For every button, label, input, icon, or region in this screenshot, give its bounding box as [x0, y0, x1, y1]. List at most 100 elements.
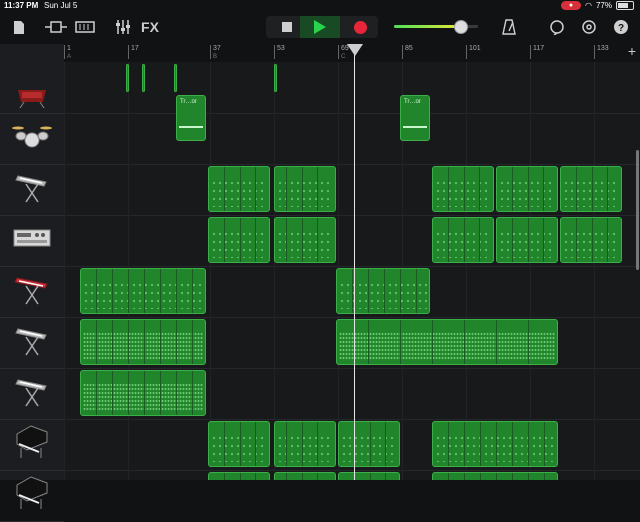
bar-gridline	[64, 62, 65, 480]
drum-kit-icon	[12, 122, 52, 155]
fx-button[interactable]: FX	[138, 16, 162, 38]
midi-region[interactable]	[432, 166, 494, 212]
record-icon	[353, 20, 367, 34]
track-header-synth-module[interactable]	[0, 215, 64, 267]
grand-piano-icon	[13, 475, 51, 516]
add-section-button[interactable]: +	[628, 43, 636, 59]
svg-text:?: ?	[618, 23, 624, 34]
drum-hit-region[interactable]	[274, 64, 277, 92]
track-lane-drum-kit-red[interactable]	[64, 62, 640, 114]
playhead-handle[interactable]	[347, 44, 363, 56]
mixer-icon[interactable]	[112, 16, 134, 38]
midi-region[interactable]	[274, 421, 336, 467]
midi-region[interactable]	[80, 319, 206, 365]
bar-gridline	[210, 62, 211, 480]
loop-browser-toggle-icon[interactable]	[74, 16, 96, 38]
midi-region[interactable]	[208, 166, 270, 212]
stop-icon	[282, 22, 292, 32]
midi-region[interactable]	[274, 472, 336, 480]
ruler-bar-37: 37 B	[210, 45, 221, 60]
status-time: 11:37 PM	[4, 1, 39, 10]
track-header-keyboard-3[interactable]	[0, 368, 64, 420]
midi-region[interactable]	[496, 166, 558, 212]
ruler-bar-1: 1A	[64, 45, 71, 60]
red-keyboard-icon	[14, 272, 50, 311]
track-header-keyboard-red[interactable]	[0, 266, 64, 318]
midi-region[interactable]	[274, 166, 336, 212]
midi-region[interactable]	[496, 217, 558, 263]
track-lane-drum-kit[interactable]	[64, 113, 640, 165]
track-header-drum-kit-red[interactable]	[0, 44, 64, 114]
playhead[interactable]	[354, 44, 355, 480]
help-icon[interactable]: ?	[611, 16, 631, 38]
midi-region[interactable]	[338, 472, 400, 480]
drum-hit-region[interactable]	[174, 64, 177, 92]
track-header-grand-piano-2[interactable]	[0, 470, 64, 522]
track-header-drum-kit[interactable]	[0, 113, 64, 165]
toolbar: FX ?	[0, 12, 640, 42]
keyboard-stand-icon	[14, 374, 50, 413]
status-bar: 11:37 PM Sun Jul 5 ● ◠ 77%	[0, 0, 640, 12]
ruler-bar-133: 133	[594, 45, 609, 59]
midi-region[interactable]	[338, 421, 400, 467]
drum-machine-icon	[14, 86, 50, 113]
ruler-bar-101: 101	[466, 45, 481, 59]
master-volume-slider[interactable]	[394, 20, 478, 34]
track-lanes[interactable]: Tr…or Tr…or	[64, 62, 640, 480]
vertical-scrollbar[interactable]	[636, 150, 639, 270]
stop-button[interactable]	[272, 16, 302, 38]
midi-region[interactable]	[274, 217, 336, 263]
midi-region[interactable]	[560, 166, 622, 212]
midi-region[interactable]	[80, 370, 206, 416]
midi-region[interactable]	[208, 421, 270, 467]
loop-browser-icon[interactable]	[547, 16, 567, 38]
midi-region[interactable]	[208, 217, 270, 263]
midi-region[interactable]	[336, 319, 558, 365]
play-icon	[314, 20, 326, 34]
midi-region[interactable]	[336, 268, 430, 314]
track-header-keyboard-2[interactable]	[0, 317, 64, 369]
midi-region[interactable]	[432, 472, 558, 480]
screen-recording-icon: ●	[561, 1, 581, 10]
bar-gridline	[466, 62, 467, 480]
ruler-bar-85: 85	[402, 45, 413, 59]
bar-gridline	[530, 62, 531, 480]
drummer-region[interactable]: Tr…or	[400, 95, 430, 141]
status-date: Sun Jul 5	[44, 1, 78, 10]
battery-percent: 77%	[595, 1, 612, 10]
volume-knob[interactable]	[453, 20, 468, 34]
grand-piano-icon	[13, 424, 51, 465]
record-button[interactable]	[348, 16, 372, 38]
metronome-icon[interactable]	[500, 16, 518, 38]
drum-hit-region[interactable]	[142, 64, 145, 92]
play-button[interactable]	[300, 16, 340, 38]
midi-region[interactable]	[80, 268, 206, 314]
midi-region[interactable]	[432, 421, 558, 467]
midi-region[interactable]	[208, 472, 270, 480]
track-header-grand-piano[interactable]	[0, 419, 64, 471]
track-headers	[0, 44, 64, 522]
ruler-bar-17: 17	[128, 45, 139, 59]
track-header-keyboard-1[interactable]	[0, 164, 64, 216]
keyboard-stand-icon	[14, 170, 50, 209]
track-view-icon[interactable]	[44, 16, 68, 38]
synth-module-icon	[13, 228, 51, 253]
drum-hit-region[interactable]	[126, 64, 129, 92]
settings-icon[interactable]	[579, 16, 599, 38]
region-label: Tr…or	[180, 99, 197, 105]
midi-region[interactable]	[432, 217, 494, 263]
ruler-bar-117: 117	[530, 45, 544, 59]
battery-icon	[616, 1, 634, 10]
bar-gridline	[274, 62, 275, 480]
ruler-bar-53: 53	[274, 45, 285, 59]
status-right: ● ◠ 77%	[561, 1, 634, 10]
wifi-icon: ◠	[585, 1, 592, 10]
volume-fill	[394, 25, 460, 28]
midi-region[interactable]	[560, 217, 622, 263]
document-icon[interactable]	[10, 16, 28, 38]
bar-gridline	[594, 62, 595, 480]
region-label: Tr…or	[404, 99, 421, 105]
transport-controls	[266, 16, 378, 38]
keyboard-stand-icon	[14, 323, 50, 362]
drummer-region[interactable]: Tr…or	[176, 95, 206, 141]
